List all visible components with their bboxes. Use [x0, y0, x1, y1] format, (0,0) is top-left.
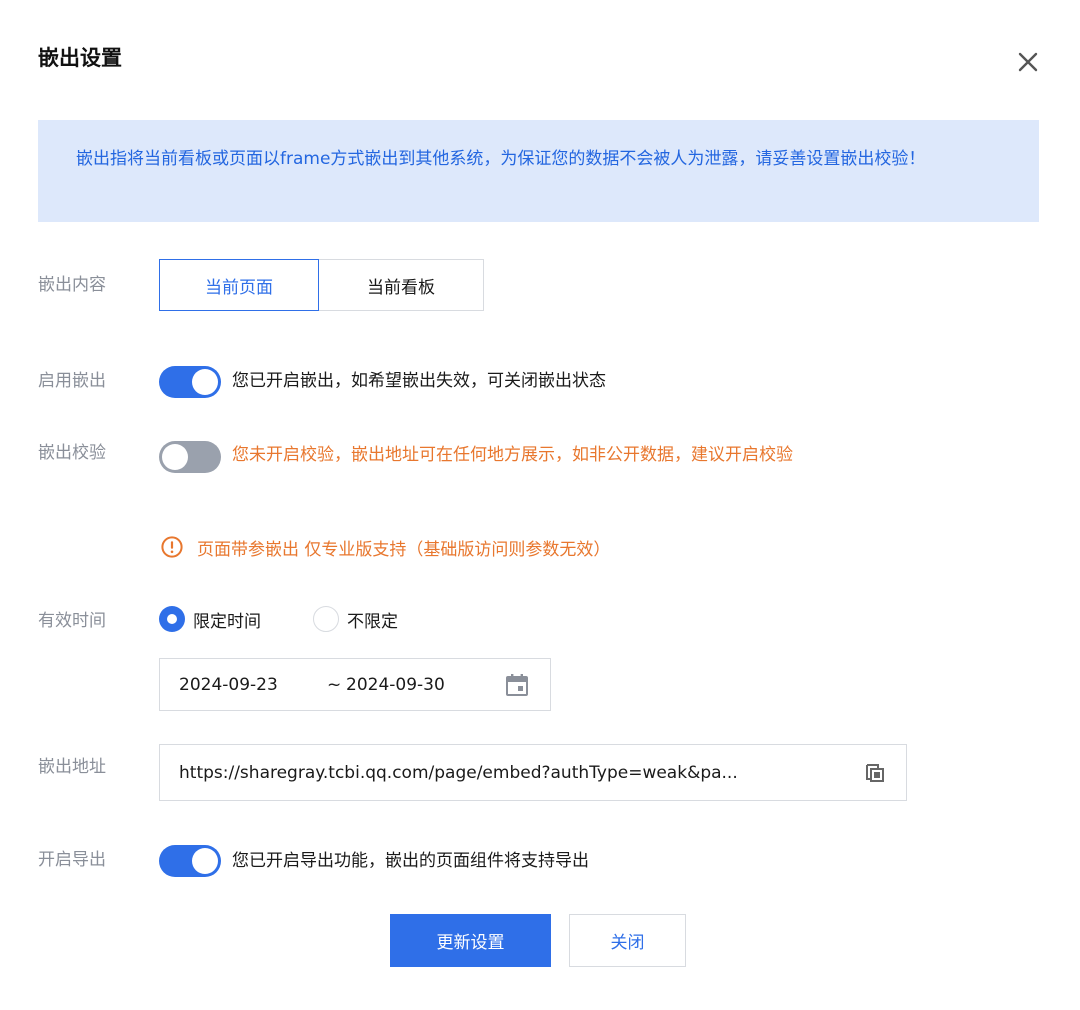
radio-unlimited-label: 不限定: [347, 611, 398, 632]
enable-export-toggle[interactable]: [159, 845, 221, 877]
date-range-picker[interactable]: 2024-09-23 ~ 2024-09-30: [159, 658, 551, 711]
radio-unchecked-icon: [313, 606, 339, 632]
segment-current-page[interactable]: 当前页面: [159, 259, 319, 311]
notice-text: 嵌出指将当前看板或页面以frame方式嵌出到其他系统，为保证您的数据不会被人为泄…: [76, 149, 926, 169]
embed-content-label: 嵌出内容: [38, 275, 106, 295]
notice-banner: 嵌出指将当前看板或页面以frame方式嵌出到其他系统，为保证您的数据不会被人为泄…: [38, 120, 1039, 222]
update-settings-button[interactable]: 更新设置: [390, 914, 551, 967]
warning-circle-icon: [161, 536, 183, 558]
enable-export-description: 您已开启导出功能，嵌出的页面组件将支持导出: [232, 851, 589, 871]
enable-embed-label: 启用嵌出: [38, 371, 106, 391]
close-icon[interactable]: [1014, 48, 1042, 76]
enable-export-label: 开启导出: [38, 850, 106, 870]
toggle-knob: [192, 848, 218, 874]
segment-current-board[interactable]: 当前看板: [318, 259, 484, 311]
dialog-title: 嵌出设置: [38, 46, 122, 70]
embed-url-text: https://sharegray.tcbi.qq.com/page/embed…: [179, 763, 738, 783]
param-warning: 页面带参嵌出 仅专业版支持（基础版访问则参数无效）: [161, 532, 610, 562]
embed-verify-label: 嵌出校验: [38, 443, 106, 463]
enable-embed-description: 您已开启嵌出，如希望嵌出失效，可关闭嵌出状态: [232, 371, 606, 391]
radio-limited-time-label: 限定时间: [193, 611, 261, 632]
toggle-knob: [162, 444, 188, 470]
radio-checked-icon: [159, 606, 185, 632]
radio-limited-time[interactable]: 限定时间: [159, 604, 261, 634]
enable-embed-toggle[interactable]: [159, 366, 221, 398]
copy-icon[interactable]: [864, 762, 886, 784]
date-separator: ~: [327, 675, 342, 695]
close-button[interactable]: 关闭: [569, 914, 686, 967]
valid-time-label: 有效时间: [38, 611, 106, 631]
toggle-knob: [192, 369, 218, 395]
param-warning-text: 页面带参嵌出 仅专业版支持（基础版访问则参数无效）: [197, 539, 611, 560]
date-start: 2024-09-23: [179, 675, 278, 695]
radio-unlimited[interactable]: 不限定: [313, 604, 398, 634]
embed-verify-description: 您未开启校验，嵌出地址可在任何地方展示，如非公开数据，建议开启校验: [232, 445, 793, 465]
calendar-icon[interactable]: [504, 672, 530, 698]
embed-url-field[interactable]: https://sharegray.tcbi.qq.com/page/embed…: [159, 744, 907, 801]
embed-verify-toggle[interactable]: [159, 441, 221, 473]
embed-url-label: 嵌出地址: [38, 757, 106, 777]
date-end: 2024-09-30: [346, 675, 445, 695]
